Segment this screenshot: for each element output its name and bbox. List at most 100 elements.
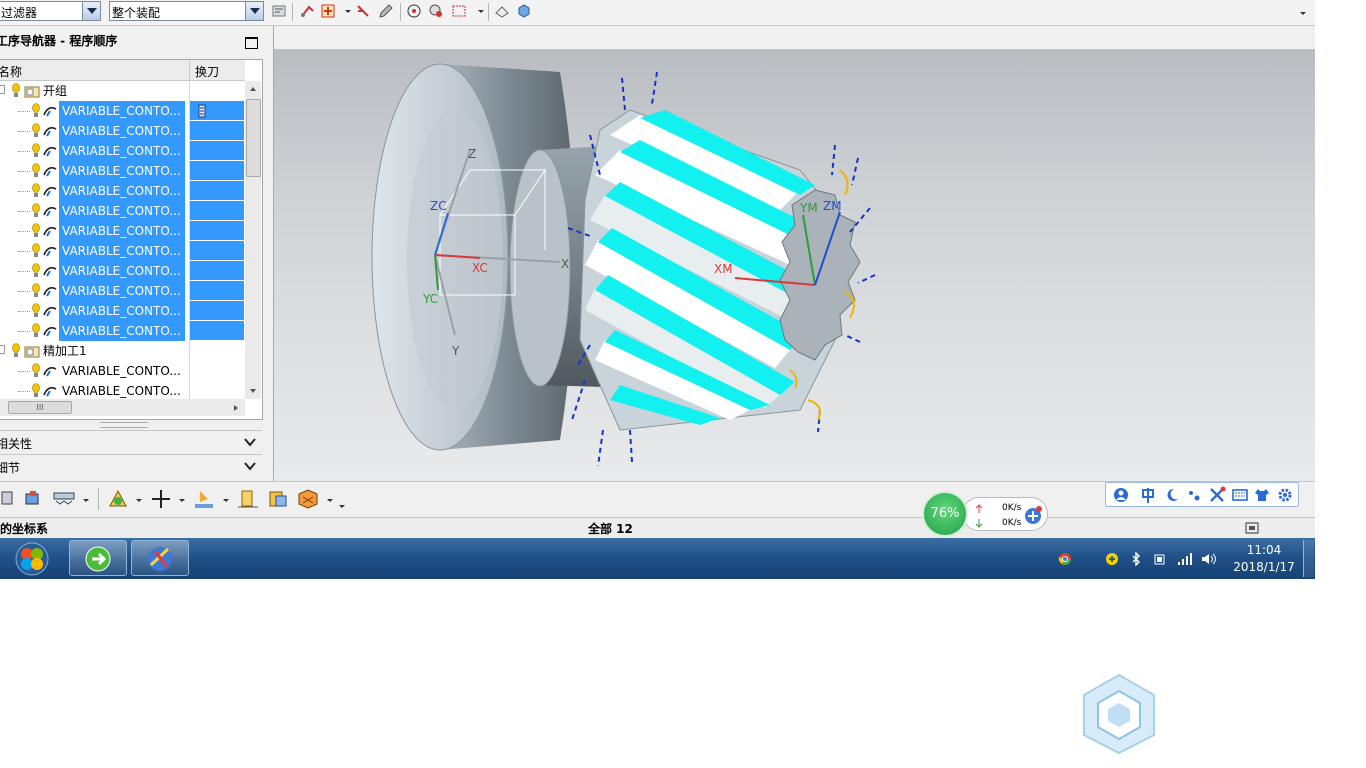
verify-toolpath-icon[interactable] (192, 488, 216, 510)
plus-icon[interactable] (150, 488, 172, 510)
half-width-moon-icon[interactable] (1164, 487, 1180, 503)
ime-logo-icon[interactable] (1113, 487, 1129, 503)
point-on-face-icon[interactable] (406, 3, 422, 19)
operation-row[interactable]: VARIABLE_CONTO... (0, 101, 245, 121)
output-cls-icon[interactable] (296, 488, 322, 510)
operation-row[interactable]: VARIABLE_CONTO... (0, 281, 245, 301)
tree-vertical-scrollbar[interactable] (245, 81, 261, 399)
shaded-cube-icon[interactable] (516, 3, 532, 19)
expand-collapse-icon[interactable] (0, 85, 5, 94)
measure-icon[interactable] (355, 3, 371, 19)
dependencies-section[interactable]: 相关性 (0, 430, 262, 453)
security-tray-icon[interactable] (1104, 552, 1120, 566)
column-header-name[interactable]: 名称 (0, 63, 22, 80)
chevron-down-icon[interactable] (240, 455, 260, 477)
point-snap-icon[interactable] (320, 3, 336, 19)
chevron-down-icon[interactable] (245, 2, 263, 20)
scroll-right-icon[interactable] (232, 403, 240, 413)
selection-filter-combo[interactable]: 过滤器 (0, 1, 101, 21)
punctuation-icon[interactable] (1186, 487, 1202, 503)
taskbar-browser-button[interactable] (69, 540, 127, 576)
scroll-down-icon[interactable] (248, 387, 258, 395)
edit-object-icon[interactable] (378, 3, 394, 19)
scroll-thumb[interactable] (246, 99, 261, 177)
splitter-grip[interactable] (100, 422, 148, 428)
volume-icon[interactable] (1201, 552, 1217, 566)
memory-usage-gauge[interactable]: 76% (922, 491, 968, 537)
create-program-icon[interactable] (0, 489, 16, 507)
battery-icon[interactable] (1153, 552, 1167, 566)
dropdown-arrow-icon[interactable] (340, 3, 356, 19)
start-button-icon[interactable] (14, 542, 50, 576)
operation-row[interactable]: VARIABLE_CONTO... (0, 241, 245, 261)
dropdown-arrow-icon[interactable] (135, 496, 143, 504)
operation-row[interactable]: VARIABLE_CONTO... (0, 181, 245, 201)
details-section[interactable]: 细节 (0, 454, 262, 477)
toolbar-overflow-icon[interactable] (1298, 8, 1308, 18)
operation-row[interactable]: VARIABLE_CONTO... (0, 201, 245, 221)
axis-label-ym: YM (799, 201, 818, 215)
operation-row[interactable]: VARIABLE_CONTO... (0, 361, 245, 381)
gear-part-model[interactable]: ZC XC YC Z X Y XM YM ZM (274, 50, 1315, 481)
operation-row[interactable]: VARIABLE_CONTO... (0, 161, 245, 181)
operation-row[interactable]: VARIABLE_CONTO... (0, 121, 245, 141)
axis-label-xc: XC (472, 261, 488, 275)
filter-settings-icon[interactable] (271, 3, 287, 19)
program-group-row[interactable]: 开组 (0, 81, 245, 101)
operation-row[interactable]: VARIABLE_CONTO... (0, 261, 245, 281)
bluetooth-icon[interactable] (1130, 552, 1142, 566)
selection-intent-icon[interactable] (428, 3, 444, 19)
chevron-down-icon[interactable] (82, 2, 100, 20)
dropdown-arrow-icon[interactable] (82, 496, 90, 504)
expand-collapse-icon[interactable] (0, 345, 5, 354)
shop-documentation-icon[interactable] (266, 488, 290, 510)
ime-toolbar (1105, 482, 1299, 507)
axis-label-y: Y (451, 344, 460, 358)
operation-row[interactable]: VARIABLE_CONTO... (0, 301, 245, 321)
chinese-mode-icon[interactable] (1140, 487, 1156, 503)
operation-row[interactable]: VARIABLE_CONTO... (0, 321, 245, 341)
tree-horizontal-scrollbar[interactable]: III (0, 399, 245, 416)
toolbar-overflow-icon[interactable] (338, 502, 346, 510)
operation-row[interactable]: VARIABLE_CONTO... (0, 381, 245, 401)
show-desktop-button[interactable] (1303, 540, 1314, 577)
snap-tools-icon[interactable] (300, 3, 316, 19)
network-signal-icon[interactable] (1177, 552, 1193, 566)
chevron-down-icon[interactable] (240, 431, 260, 453)
system-clock[interactable]: 11:04 2018/1/17 (1226, 542, 1302, 576)
chrome-tray-icon[interactable] (1058, 552, 1072, 566)
operation-row[interactable]: VARIABLE_CONTO... (0, 221, 245, 241)
skin-shirt-icon[interactable] (1254, 487, 1270, 503)
dependencies-label: 相关性 (0, 437, 33, 451)
settings-gear-icon[interactable] (1277, 487, 1293, 503)
tree-connector (18, 251, 30, 252)
window-restore-icon[interactable] (1244, 521, 1260, 535)
rectangle-select-icon[interactable] (451, 3, 467, 19)
lightbulb-icon (32, 183, 40, 197)
post-process-icon[interactable] (236, 488, 260, 510)
operation-row[interactable]: VARIABLE_CONTO... (0, 141, 245, 161)
create-tool-icon[interactable] (22, 489, 44, 507)
program-group-row[interactable]: 精加工1 (0, 341, 245, 361)
graphics-viewport[interactable]: ZC XC YC Z X Y XM YM ZM (274, 50, 1315, 481)
create-geometry-icon[interactable] (52, 489, 78, 507)
operation-navigator-panel: 工序导航器 - 程序顺序 名称 换刀 开组 VARIABLE_CONTO... … (0, 26, 274, 481)
generate-toolpath-icon[interactable] (106, 488, 130, 510)
body-view-icon[interactable] (494, 3, 510, 19)
column-header-tool-change[interactable]: 换刀 (195, 63, 219, 80)
accelerate-plus-icon[interactable] (1023, 506, 1043, 526)
keyboard-icon[interactable] (1232, 487, 1248, 503)
column-divider (189, 341, 190, 361)
dropdown-arrow-icon[interactable] (178, 496, 186, 504)
network-speed-widget[interactable]: 76% 0K/s 0K/s (922, 491, 1050, 537)
dropdown-arrow-icon[interactable] (222, 496, 230, 504)
dropdown-arrow-icon[interactable] (326, 496, 334, 504)
assembly-scope-combo[interactable]: 整个装配 (109, 1, 264, 21)
scroll-thumb[interactable]: III (8, 401, 72, 414)
maximize-panel-icon[interactable] (245, 37, 258, 49)
tools-icon[interactable] (1208, 486, 1226, 504)
taskbar-nx-button[interactable] (131, 540, 189, 576)
column-divider[interactable] (189, 60, 190, 80)
scroll-up-icon[interactable] (248, 85, 258, 93)
dropdown-arrow-icon[interactable] (473, 3, 489, 19)
